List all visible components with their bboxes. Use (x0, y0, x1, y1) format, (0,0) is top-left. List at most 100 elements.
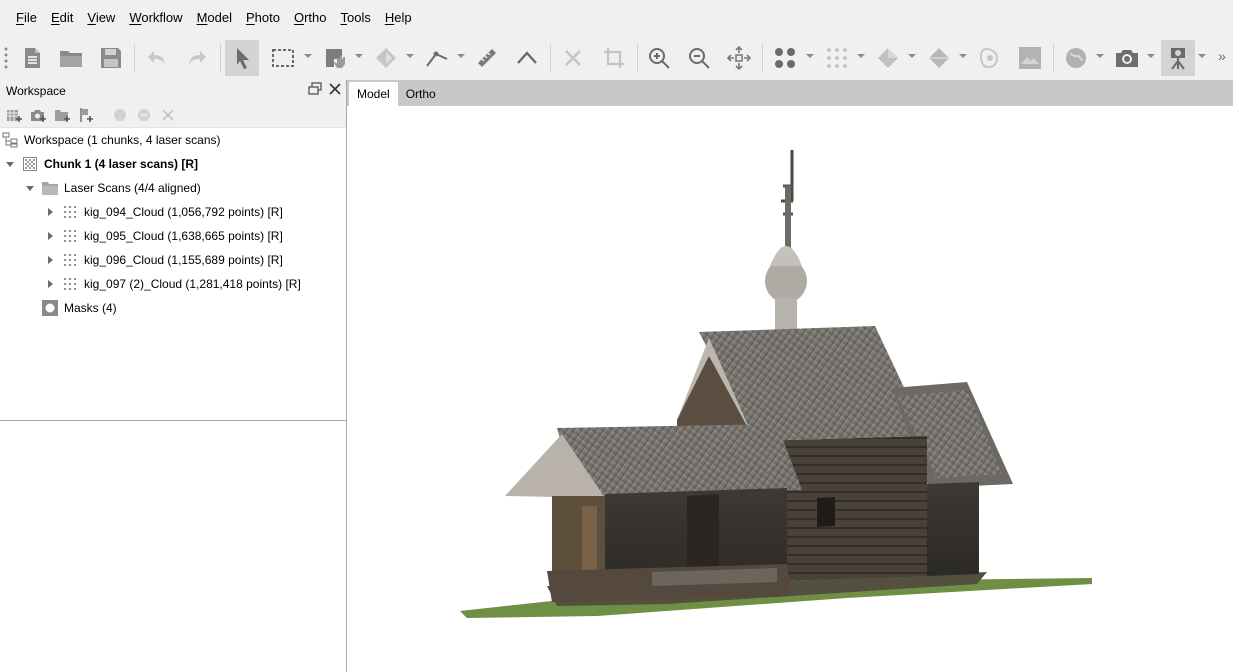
tree-item-scan[interactable]: kig_095_Cloud (1,638,665 points) [R] (44, 224, 283, 248)
menu-ortho[interactable]: Ortho (287, 0, 334, 36)
menu-view[interactable]: View (80, 0, 122, 36)
tab-ortho[interactable]: Ortho (398, 82, 444, 106)
tree-item-scan[interactable]: kig_094_Cloud (1,056,792 points) [R] (44, 200, 283, 224)
menu-help-label: elp (394, 10, 412, 25)
undock-panel-icon[interactable] (308, 82, 322, 99)
collapse-chunk-icon[interactable] (4, 158, 16, 170)
texture-dropdown-icon[interactable] (959, 54, 967, 58)
reset-view-icon[interactable] (722, 40, 756, 76)
tree-item-laser-scans-folder[interactable]: Laser Scans (4/4 aligned) (24, 176, 201, 200)
zoom-in-icon[interactable] (642, 40, 676, 76)
menu-photo-label: hoto (254, 10, 280, 25)
save-icon[interactable] (94, 40, 128, 76)
disable-item-icon[interactable] (134, 105, 154, 125)
point-size-dropdown-icon[interactable] (857, 54, 865, 58)
laser-scanner-icon[interactable] (1161, 40, 1195, 76)
camera-dropdown-icon[interactable] (1147, 54, 1155, 58)
menu-model[interactable]: Model (190, 0, 239, 36)
delete-icon[interactable] (556, 40, 590, 76)
menu-tools[interactable]: Tools (334, 0, 378, 36)
tree-root-workspace[interactable]: Workspace (1 chunks, 4 laser scans) (2, 128, 221, 152)
workspace-panel: Workspace Workspace (1 chunks, 4 laser s… (0, 80, 346, 672)
add-photos-icon[interactable] (28, 105, 48, 125)
menu-edit[interactable]: Edit (44, 0, 80, 36)
menu-view-label: iew (95, 10, 116, 25)
point-cloud-icon[interactable] (768, 40, 802, 76)
navigation-mode-icon[interactable] (318, 40, 352, 76)
undo-icon[interactable] (140, 40, 174, 76)
model-textured-icon[interactable] (922, 40, 956, 76)
menu-tools-label: ools (347, 10, 371, 25)
expand-scan-icon[interactable] (44, 230, 56, 242)
scan-label: kig_097 (2)_Cloud (1,281,418 points) [R] (84, 277, 301, 291)
model-dropdown-icon[interactable] (908, 54, 916, 58)
ridge-line-icon[interactable] (510, 40, 544, 76)
shape-drawing-icon[interactable] (369, 40, 403, 76)
tiled-model-icon[interactable] (973, 40, 1007, 76)
navigation-dropdown-icon[interactable] (355, 54, 363, 58)
point-cloud-dropdown-icon[interactable] (806, 54, 814, 58)
redo-icon[interactable] (180, 40, 214, 76)
new-document-icon[interactable] (15, 40, 49, 76)
expand-scan-icon[interactable] (44, 254, 56, 266)
ruler-icon[interactable] (470, 40, 504, 76)
menu-workflow-label: orkflow (141, 10, 183, 25)
menu-ortho-accel: O (293, 10, 305, 25)
panel-window-controls (308, 82, 342, 99)
menu-help-accel: H (384, 10, 395, 25)
model-shaded-icon[interactable] (871, 40, 905, 76)
tree-item-chunk[interactable]: Chunk 1 (4 laser scans) [R] (4, 152, 198, 176)
scan-label: kig_095_Cloud (1,638,665 points) [R] (84, 229, 283, 243)
menu-workflow[interactable]: Workflow (122, 0, 189, 36)
tab-model[interactable]: Model (349, 82, 398, 106)
folder-icon (42, 180, 58, 196)
menu-view-accel: V (87, 10, 96, 25)
workspace-panel-header: Workspace (0, 80, 346, 102)
camera-icon[interactable] (1110, 40, 1144, 76)
zoom-out-icon[interactable] (682, 40, 716, 76)
workspace-tree: Workspace (1 chunks, 4 laser scans) Chun… (0, 128, 346, 500)
scanner-dropdown-icon[interactable] (1198, 54, 1206, 58)
texture-icon[interactable] (1013, 40, 1047, 76)
collapse-folder-icon[interactable] (24, 182, 36, 194)
toolbar-grip-icon[interactable] (4, 46, 8, 70)
menu-bar: File Edit View Workflow Model Photo Orth… (0, 0, 1233, 36)
add-marker-icon[interactable] (76, 105, 96, 125)
main-toolbar: » (0, 36, 1233, 80)
point-cloud-church-model[interactable] (347, 106, 1233, 672)
view-tabs: Model Ortho (347, 80, 1233, 106)
scan-label: kig_094_Cloud (1,056,792 points) [R] (84, 205, 283, 219)
tree-item-scan[interactable]: kig_097 (2)_Cloud (1,281,418 points) [R] (44, 272, 301, 296)
point-cloud-scan-icon (62, 252, 78, 268)
menu-file[interactable]: File (9, 0, 44, 36)
toolbar-overflow-icon[interactable]: » (1218, 48, 1226, 64)
globe-dropdown-icon[interactable] (1096, 54, 1104, 58)
expand-scan-icon[interactable] (44, 206, 56, 218)
close-panel-icon[interactable] (328, 82, 342, 99)
remove-item-icon[interactable] (158, 105, 178, 125)
polyline-icon[interactable] (420, 40, 454, 76)
globe-icon[interactable] (1059, 40, 1093, 76)
panel-splitter[interactable] (0, 420, 346, 421)
toolbar-separator (220, 44, 221, 72)
point-size-icon[interactable] (820, 40, 854, 76)
add-chunk-icon[interactable] (4, 105, 24, 125)
menu-help[interactable]: Help (378, 0, 419, 36)
select-pointer-icon[interactable] (225, 40, 259, 76)
tree-item-scan[interactable]: kig_096_Cloud (1,155,689 points) [R] (44, 248, 283, 272)
expand-scan-icon[interactable] (44, 278, 56, 290)
open-folder-icon[interactable] (54, 40, 88, 76)
toolbar-separator (134, 44, 135, 72)
selection-dropdown-icon[interactable] (304, 54, 312, 58)
enable-item-icon[interactable] (110, 105, 130, 125)
polyline-dropdown-icon[interactable] (457, 54, 465, 58)
model-viewport[interactable] (347, 106, 1233, 672)
toolbar-separator (762, 44, 763, 72)
tree-item-masks[interactable]: Masks (4) (42, 296, 117, 320)
add-folder-icon[interactable] (52, 105, 72, 125)
menu-photo[interactable]: Photo (239, 0, 287, 36)
menu-file-label: ile (23, 10, 37, 25)
rectangle-selection-icon[interactable] (266, 40, 300, 76)
crop-icon[interactable] (597, 40, 631, 76)
shape-dropdown-icon[interactable] (406, 54, 414, 58)
